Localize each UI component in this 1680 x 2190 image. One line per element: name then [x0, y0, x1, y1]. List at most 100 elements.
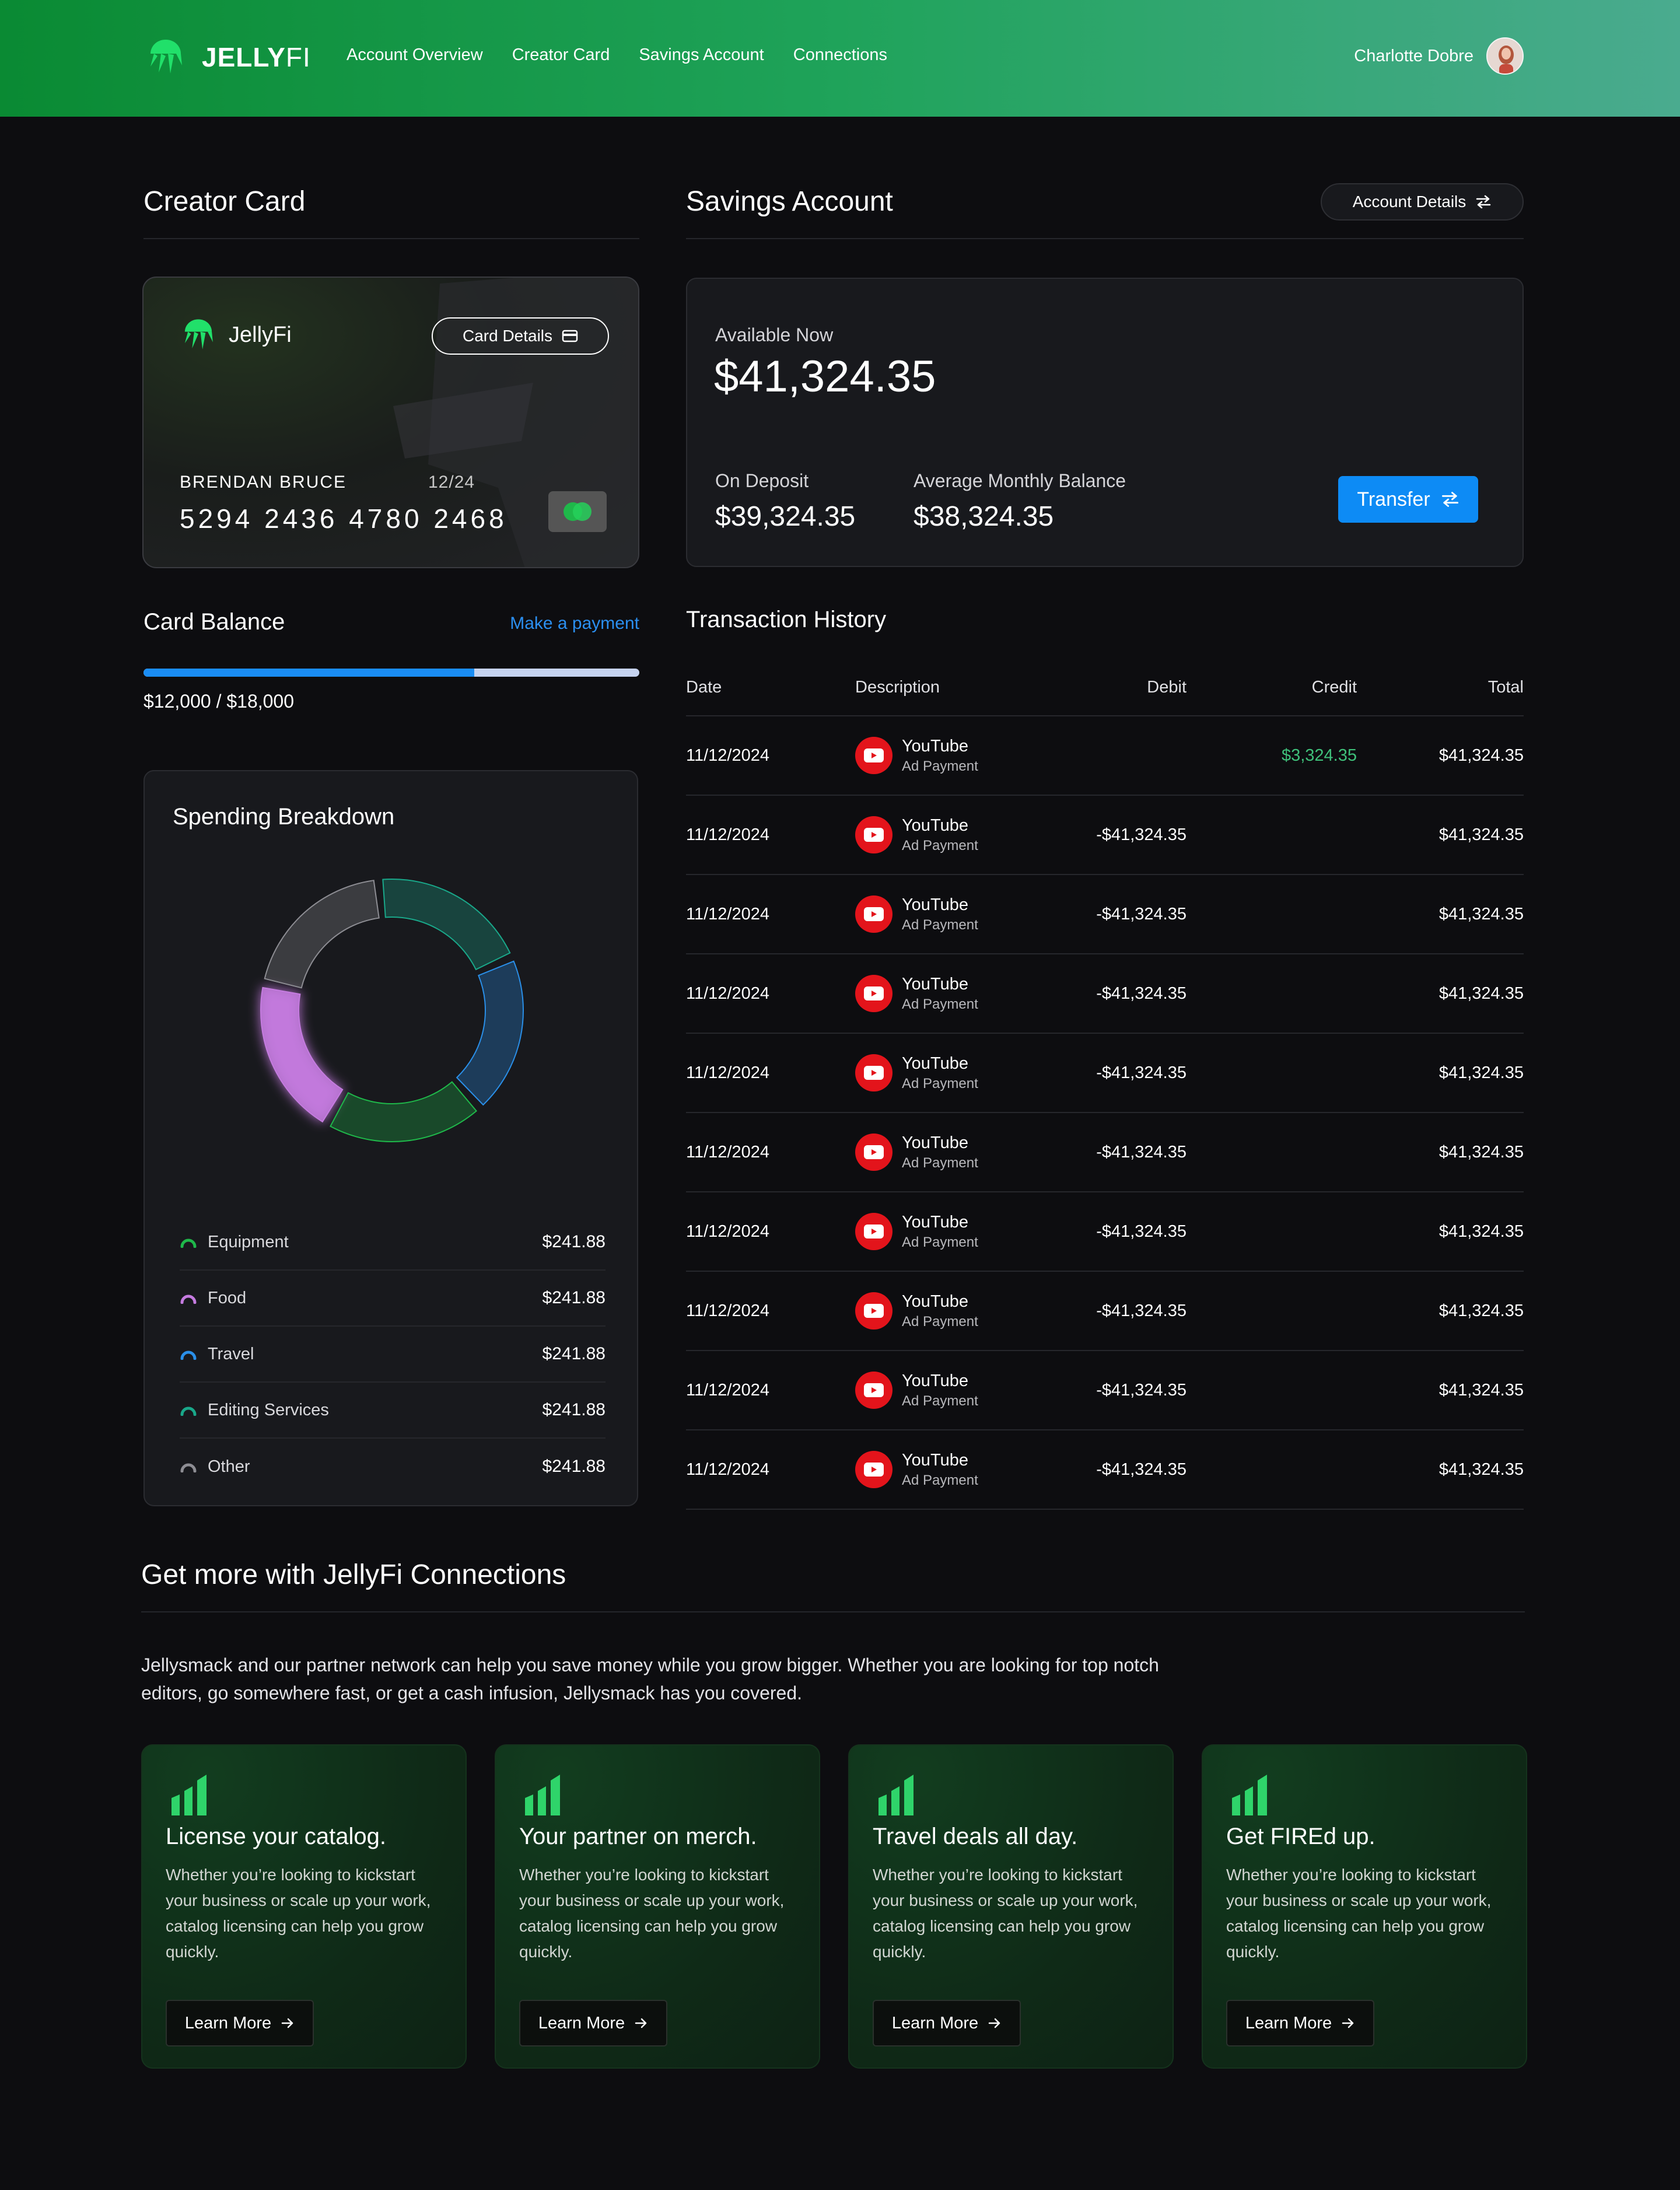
nav-savings-account[interactable]: Savings Account — [639, 46, 764, 65]
table-row[interactable]: 11/12/2024 YouTube Ad Payment $3,324.35 $41,… — [686, 716, 1524, 796]
user-menu[interactable]: Charlotte Dobre — [1354, 37, 1524, 75]
savings-summary-panel: Available Now $41,324.35 On Deposit $39,… — [686, 278, 1524, 567]
cell-total: $41,324.35 — [1438, 1142, 1524, 1162]
swap-arrows-icon — [1441, 492, 1458, 507]
spending-legend: Equipment $241.88 Food $241.88 Travel $241.88… — [180, 1215, 606, 1495]
connection-card-title: Travel deals all day. — [873, 1824, 1078, 1849]
cell-debit: -$41,324.35 — [1096, 1380, 1186, 1400]
brand-name: JELLYFI — [202, 42, 311, 72]
card-balance-title: Card Balance — [144, 609, 285, 635]
avatar-portrait-icon — [1488, 39, 1522, 74]
youtube-icon — [855, 1372, 892, 1409]
other-arc-icon — [180, 1463, 197, 1472]
transaction-name: YouTube — [902, 895, 968, 914]
on-deposit-label: On Deposit — [715, 470, 809, 491]
transaction-name: YouTube — [902, 974, 968, 993]
nav-account-overview[interactable]: Account Overview — [346, 46, 483, 65]
transaction-subtitle: Ad Payment — [902, 758, 978, 774]
youtube-icon — [855, 1213, 892, 1250]
table-row[interactable]: 11/12/2024 YouTube Ad Payment -$41,324.35 $4… — [686, 1351, 1524, 1430]
transaction-name: YouTube — [902, 1292, 968, 1311]
bar-chart-icon — [525, 1775, 560, 1815]
connection-card-body: Whether you’re looking to kickstart your… — [1226, 1866, 1492, 1961]
connection-card-title: Your partner on merch. — [519, 1824, 757, 1849]
cell-description: YouTube Ad Payment — [855, 1372, 1030, 1409]
cell-total: $41,324.35 — [1438, 746, 1524, 765]
table-row[interactable]: 11/12/2024 YouTube Ad Payment -$41,324.35 $4… — [686, 1430, 1524, 1510]
account-details-button[interactable]: Account Details — [1321, 183, 1524, 221]
connection-card: Get FIREd up. Whether you’re looking to k… — [1202, 1744, 1527, 2069]
spending-breakdown-title: Spending Breakdown — [173, 804, 395, 830]
learn-more-button[interactable]: Learn More — [519, 2000, 667, 2046]
connection-card: License your catalog. Whether you’re look… — [141, 1744, 467, 2069]
transfer-button[interactable]: Transfer — [1338, 476, 1478, 523]
table-row[interactable]: 11/12/2024 YouTube Ad Payment -$41,324.35 $4… — [686, 1113, 1524, 1192]
brand-logo[interactable]: JELLYFI — [145, 36, 311, 78]
average-monthly-balance-label: Average Monthly Balance — [914, 470, 1126, 491]
cell-total: $41,324.35 — [1438, 984, 1524, 1003]
arrow-right-icon — [1342, 2018, 1354, 2028]
avatar[interactable] — [1486, 37, 1524, 75]
card-details-button[interactable]: Card Details — [432, 317, 609, 355]
cell-description: YouTube Ad Payment — [855, 1451, 1030, 1489]
transaction-name: YouTube — [902, 1450, 968, 1470]
card-holder-name: BRENDAN BRUCE — [180, 473, 347, 492]
card-network-icon — [564, 502, 592, 521]
table-row[interactable]: 11/12/2024 YouTube Ad Payment -$41,324.35 $4… — [686, 1272, 1524, 1351]
column-header-debit[interactable]: Debit — [1030, 678, 1186, 697]
table-row[interactable]: 11/12/2024 YouTube Ad Payment -$41,324.35 $4… — [686, 875, 1524, 954]
connections-title: Get more with JellyFi Connections — [141, 1559, 566, 1590]
learn-more-button[interactable]: Learn More — [166, 2000, 314, 2046]
available-now-value: $41,324.35 — [714, 352, 936, 401]
cell-debit: -$41,324.35 — [1096, 904, 1186, 923]
table-row[interactable]: 11/12/2024 YouTube Ad Payment -$41,324.35 $4… — [686, 1034, 1524, 1113]
card-balance-progress-fill — [144, 669, 474, 677]
column-header-description[interactable]: Description — [855, 678, 1030, 697]
cell-date: 11/12/2024 — [686, 746, 769, 765]
table-row[interactable]: 11/12/2024 YouTube Ad Payment -$41,324.35 $4… — [686, 1192, 1524, 1272]
cell-date: 11/12/2024 — [686, 1142, 769, 1162]
arrow-right-icon — [281, 2018, 293, 2028]
bar-chart-icon — [1232, 1775, 1267, 1815]
nav-creator-card[interactable]: Creator Card — [512, 46, 610, 65]
transaction-name: YouTube — [902, 1212, 968, 1232]
transaction-subtitle: Ad Payment — [902, 996, 978, 1012]
cell-date: 11/12/2024 — [686, 984, 769, 1003]
transaction-subtitle: Ad Payment — [902, 916, 978, 933]
donut-slice-travel[interactable] — [456, 960, 524, 1106]
learn-more-button[interactable]: Learn More — [873, 2000, 1021, 2046]
connection-card-body: Whether you’re looking to kickstart your… — [873, 1866, 1138, 1961]
card-network-logo — [548, 491, 607, 532]
legend-item[interactable]: Travel $241.88 — [180, 1327, 606, 1383]
table-body: 11/12/2024 YouTube Ad Payment $3,324.35 $41,… — [686, 716, 1524, 1510]
nav-connections[interactable]: Connections — [793, 46, 887, 65]
donut-slice-equipment[interactable] — [330, 1081, 478, 1142]
youtube-icon — [855, 816, 892, 853]
table-row[interactable]: 11/12/2024 YouTube Ad Payment -$41,324.35 $4… — [686, 954, 1524, 1034]
legend-item[interactable]: Other $241.88 — [180, 1439, 606, 1495]
spending-donut-chart — [260, 879, 524, 1142]
cell-total: $41,324.35 — [1438, 1222, 1524, 1241]
legend-item[interactable]: Editing Services $241.88 — [180, 1383, 606, 1439]
cell-debit: -$41,324.35 — [1096, 984, 1186, 1003]
donut-slice-other[interactable] — [264, 880, 380, 989]
make-payment-link[interactable]: Make a payment — [510, 614, 639, 634]
cell-description: YouTube Ad Payment — [855, 975, 1030, 1013]
credit-card-icon — [562, 330, 578, 342]
column-header-credit[interactable]: Credit — [1186, 678, 1357, 697]
donut-slice-food[interactable] — [260, 986, 344, 1123]
column-header-total[interactable]: Total — [1357, 678, 1524, 697]
learn-more-button[interactable]: Learn More — [1226, 2000, 1374, 2046]
youtube-icon — [855, 1292, 892, 1330]
connection-card-body: Whether you’re looking to kickstart your… — [519, 1866, 785, 1961]
cell-description: YouTube Ad Payment — [855, 1292, 1030, 1330]
transaction-subtitle: Ad Payment — [902, 837, 978, 853]
legend-item[interactable]: Equipment $241.88 — [180, 1215, 606, 1271]
donut-slice-editing-services[interactable] — [382, 879, 511, 971]
table-row[interactable]: 11/12/2024 YouTube Ad Payment -$41,324.35 $4… — [686, 796, 1524, 875]
youtube-icon — [855, 895, 892, 933]
transaction-name: YouTube — [902, 1133, 968, 1152]
legend-item[interactable]: Food $241.88 — [180, 1271, 606, 1327]
cell-total: $41,324.35 — [1438, 1301, 1524, 1320]
column-header-date[interactable]: Date — [686, 678, 855, 697]
